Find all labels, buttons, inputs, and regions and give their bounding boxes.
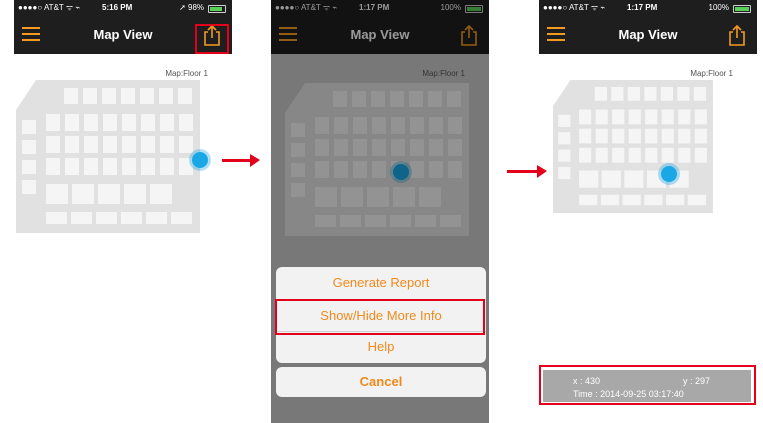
flow-arrow-icon [507,165,547,178]
generate-report-button[interactable]: Generate Report [276,267,486,299]
battery-percent: 100% [708,3,729,12]
status-time: 1:17 PM [627,3,658,12]
phone-screen-map-info: ●●●●○ AT&T ᯤ ⌁ 1:17 PM 100% Map View Map… [539,0,757,423]
location-dot-icon [661,166,677,182]
carrier-label: ●●●●○ AT&T ᯤ ⌁ [543,3,606,12]
status-time: 5:16 PM [102,3,133,12]
share-icon[interactable] [727,24,747,46]
floor-map[interactable] [16,80,200,233]
phone-screen-action-sheet: ●●●●○ AT&T ᯤ ⌁ 1:17 PM 100% Map View Map… [271,0,489,423]
cancel-button[interactable]: Cancel [276,367,486,397]
help-button[interactable]: Help [276,331,486,363]
floor-label: Map:Floor 1 [690,69,733,78]
floor-label: Map:Floor 1 [165,69,208,78]
nav-bar: Map View [539,16,757,54]
battery-icon [208,5,226,13]
carrier-label: ●●●●○ AT&T ᯤ ⌁ [18,3,81,12]
status-bar: ●●●●○ AT&T ᯤ ⌁ 1:17 PM 100% [539,0,757,16]
nav-title: Map View [618,27,678,42]
status-bar: ●●●●○ AT&T ᯤ ⌁ 5:16 PM ➚ 98% [14,0,232,16]
flow-arrow-icon [222,154,260,167]
share-button-highlight [195,24,229,54]
battery-icon [733,5,751,13]
location-dot-icon [192,152,208,168]
floor-map[interactable] [553,80,713,213]
info-panel-highlight [539,365,756,405]
battery-percent: ➚ 98% [179,3,204,12]
phone-screen-map-view: ●●●●○ AT&T ᯤ ⌁ 5:16 PM ➚ 98% Map View Ma… [14,0,232,423]
show-hide-option-highlight [275,299,485,335]
